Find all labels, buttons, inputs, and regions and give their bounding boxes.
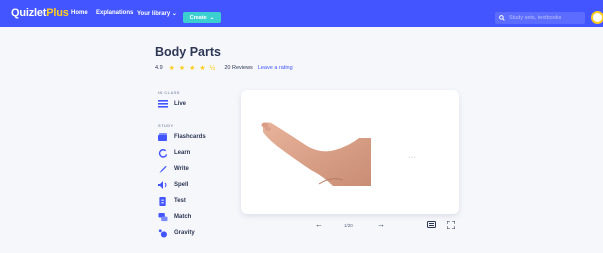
sidebar-item-spell[interactable]: Spell: [158, 180, 188, 190]
sidebar-item-gravity[interactable]: Gravity: [158, 228, 195, 238]
test-icon: [158, 197, 168, 206]
page-title: Body Parts: [155, 45, 221, 59]
more-options-icon[interactable]: ···: [408, 154, 417, 161]
sidebar-item-write[interactable]: Write: [158, 164, 189, 174]
live-icon: [158, 100, 168, 108]
fullscreen-icon[interactable]: [446, 220, 456, 231]
next-card-button[interactable]: →: [377, 220, 385, 229]
gravity-icon: [158, 229, 168, 238]
rating-value: 4.9: [155, 65, 163, 71]
keyboard-shortcuts-icon[interactable]: [427, 221, 436, 230]
card-counter: 1/20: [344, 223, 353, 228]
match-icon: [158, 213, 168, 222]
foot-image: [261, 122, 371, 186]
sidebar-item-learn[interactable]: Learn: [158, 148, 190, 158]
leave-rating-link[interactable]: Leave a rating: [258, 65, 293, 71]
sidebar-item-match[interactable]: Match: [158, 212, 191, 222]
reviews-count[interactable]: 20 Reviews: [224, 65, 252, 71]
sidebar-item-test[interactable]: Test: [158, 196, 186, 206]
rating-row: 4.9 ★ ★ ★ ★ ½ 20 Reviews Leave a rating: [155, 64, 293, 72]
nav-home-link[interactable]: Home: [71, 10, 88, 16]
flashcards-icon: [158, 133, 168, 141]
spell-icon: [158, 181, 168, 189]
chevron-down-icon: ⌄: [171, 11, 177, 17]
quizlet-plus-logo[interactable]: QuizletPlus: [11, 7, 69, 19]
study-section-label: STUDY: [158, 123, 174, 128]
search-icon: [499, 15, 505, 21]
in-class-section-label: IN CLASS: [158, 90, 180, 95]
search-input[interactable]: [509, 15, 585, 21]
sidebar-item-live[interactable]: Live: [158, 99, 186, 109]
previous-card-button[interactable]: ←: [315, 220, 323, 229]
flashcard[interactable]: ···: [241, 90, 459, 214]
user-avatar[interactable]: [591, 11, 603, 24]
write-icon: [158, 165, 168, 174]
create-button[interactable]: Create ⌄: [183, 12, 221, 23]
nav-explanations-link[interactable]: Explanations: [96, 10, 133, 16]
search-bar[interactable]: [495, 12, 585, 24]
nav-your-library-link[interactable]: Your library ⌄: [137, 10, 177, 17]
top-navigation-bar: QuizletPlus Home Explanations Your libra…: [0, 0, 603, 27]
learn-icon: [158, 149, 168, 158]
chevron-down-icon: ⌄: [209, 14, 215, 21]
sidebar-item-flashcards[interactable]: Flashcards: [158, 132, 206, 142]
rating-stars: ★ ★ ★ ★ ½: [168, 65, 217, 72]
